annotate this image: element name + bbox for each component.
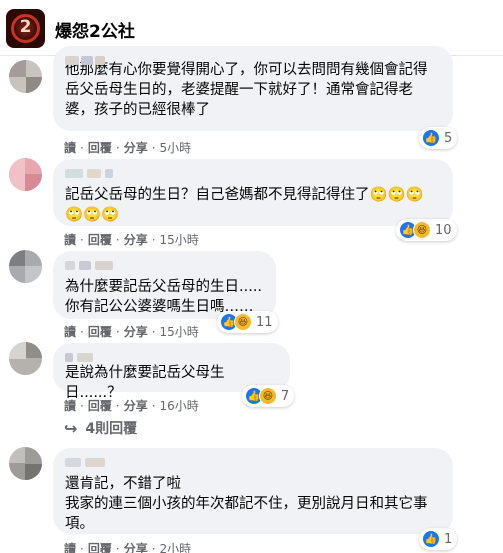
comment-timestamp[interactable]: 2小時 <box>160 540 192 553</box>
reactions-summary[interactable]: 👍 5 <box>419 127 458 149</box>
comment-actions: 讀 · 回覆 · 分享 · 15小時 <box>64 231 199 248</box>
reaction-count: 1 <box>444 531 453 547</box>
read-action[interactable]: 讀 <box>64 231 76 248</box>
reactions-summary[interactable]: 👍 1 <box>419 528 458 550</box>
comment-author-name[interactable] <box>65 259 264 273</box>
group-avatar[interactable]: 2 <box>6 9 45 48</box>
comment-author-name[interactable] <box>65 54 441 68</box>
comment-text: 還肯記，不錯了啦 我家的連三個小孩的年次都記不住，更別說月日和其它事 項。 <box>65 476 428 532</box>
avatar[interactable] <box>9 250 42 283</box>
reply-button[interactable]: 回覆 <box>88 540 112 553</box>
comment-timestamp[interactable]: 15小時 <box>160 231 199 248</box>
haha-icon: 😆 <box>259 387 277 405</box>
share-button[interactable]: 分享 <box>124 139 148 156</box>
share-button[interactable]: 分享 <box>124 231 148 248</box>
haha-icon: 😆 <box>413 221 431 239</box>
comment-text: 他那麼有心你要覺得開心了，你可以去問問有幾個會記得 岳父岳母生日的，老婆提醒一下… <box>65 62 428 118</box>
share-button[interactable]: 分享 <box>124 540 148 553</box>
reaction-count: 10 <box>435 222 452 238</box>
replies-count-label: 4則回覆 <box>85 421 138 437</box>
comment-actions: 讀 · 回覆 · 分享 · 2小時 <box>64 540 191 553</box>
comment-author-name[interactable] <box>65 351 278 365</box>
like-icon: 👍 <box>422 129 440 147</box>
comment-author-name[interactable] <box>65 167 441 181</box>
read-action[interactable]: 讀 <box>64 540 76 553</box>
comment-actions: 讀 · 回覆 · 分享 · 16小時 <box>64 397 199 414</box>
avatar[interactable] <box>9 447 42 480</box>
avatar[interactable] <box>9 60 42 93</box>
comment-text: 記岳父岳母的生日？自己爸媽都不見得記得住了🙄🙄🙄 🙄🙄🙄 <box>65 187 424 223</box>
reactions-summary[interactable]: 👍 😆 10 <box>396 219 457 241</box>
view-replies-link[interactable]: ↪ 4則回覆 <box>64 418 137 438</box>
avatar[interactable] <box>9 342 42 375</box>
comment-bubble: 他那麼有心你要覺得開心了，你可以去問問有幾個會記得 岳父岳母生日的，老婆提醒一下… <box>53 46 453 131</box>
read-action[interactable]: 讀 <box>64 397 76 414</box>
comment-author-name[interactable] <box>65 456 441 470</box>
reply-button[interactable]: 回覆 <box>88 139 112 156</box>
read-action[interactable]: 讀 <box>64 139 76 156</box>
reaction-count: 7 <box>281 388 290 404</box>
comment-actions: 讀 · 回覆 · 分享 · 5小時 <box>64 139 192 156</box>
comment-timestamp[interactable]: 15小時 <box>160 323 199 340</box>
reply-button[interactable]: 回覆 <box>88 397 112 414</box>
comment-actions: 讀 · 回覆 · 分享 · 15小時 <box>64 323 199 340</box>
like-icon: 👍 <box>422 530 440 548</box>
share-button[interactable]: 分享 <box>124 397 148 414</box>
comment-bubble: 還肯記，不錯了啦 我家的連三個小孩的年次都記不住，更別說月日和其它事 項。 <box>53 448 453 534</box>
reactions-summary[interactable]: 👍 😆 11 <box>217 311 278 333</box>
avatar[interactable] <box>9 158 42 191</box>
reactions-summary[interactable]: 👍 😆 7 <box>242 385 295 407</box>
read-action[interactable]: 讀 <box>64 323 76 340</box>
group-logo-text: 2 <box>19 17 32 37</box>
reply-button[interactable]: 回覆 <box>88 323 112 340</box>
reply-button[interactable]: 回覆 <box>88 231 112 248</box>
haha-icon: 😆 <box>234 313 252 331</box>
comment-bubble: 為什麼要記岳父岳母的生日..... 你有記公公婆婆嗎生日嗎…… <box>53 251 276 319</box>
share-button[interactable]: 分享 <box>124 323 148 340</box>
reaction-count: 11 <box>256 314 273 330</box>
comment-bubble: 記岳父岳母的生日？自己爸媽都不見得記得住了🙄🙄🙄 🙄🙄🙄 <box>53 159 453 226</box>
reaction-count: 5 <box>444 130 453 146</box>
comment-timestamp[interactable]: 16小時 <box>160 397 199 414</box>
group-name[interactable]: 爆怨2公社 <box>55 17 135 42</box>
comment-timestamp[interactable]: 5小時 <box>160 139 192 156</box>
reply-arrow-icon: ↪ <box>64 418 78 438</box>
